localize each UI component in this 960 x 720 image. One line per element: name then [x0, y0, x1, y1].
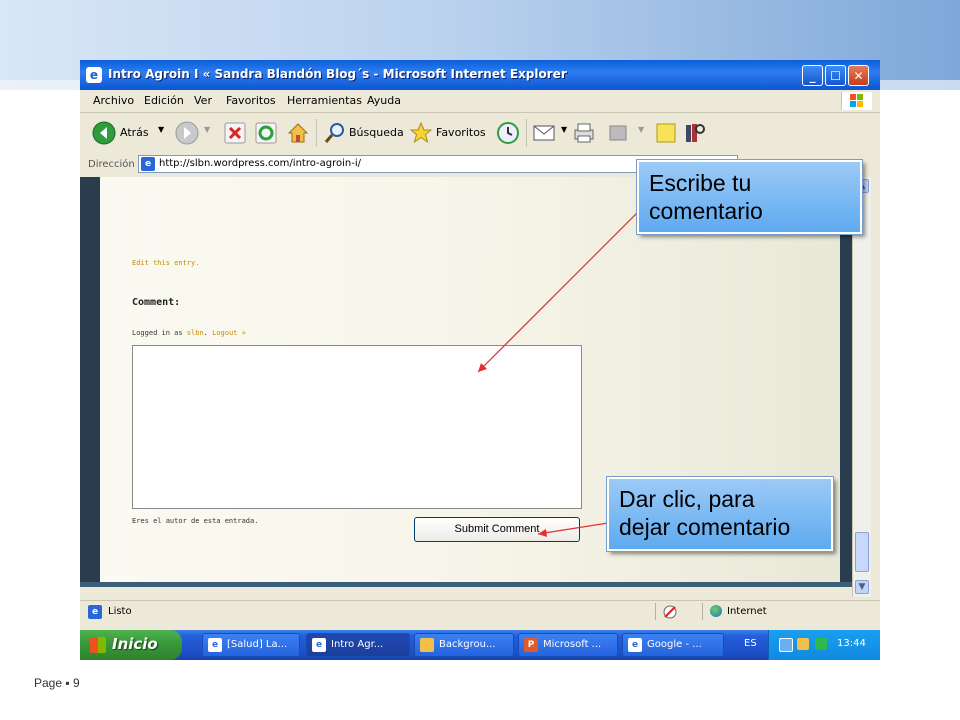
callout-write-comment: Escribe tu comentario	[637, 160, 862, 234]
callout-line: Escribe tu	[649, 170, 752, 196]
arrow-to-textarea	[477, 199, 651, 373]
callout-line: dejar comentario	[619, 514, 791, 540]
page-label: Page	[34, 676, 63, 690]
slide-footer: Page ▪ 9	[34, 676, 80, 690]
callout-click-submit: Dar clic, para dejar comentario	[607, 477, 833, 551]
annotation-arrows	[477, 199, 651, 537]
callout-line: Dar clic, para	[619, 486, 755, 512]
bullet: ▪	[65, 676, 70, 690]
callout-line: comentario	[649, 198, 763, 224]
page-number: 9	[72, 676, 80, 690]
arrow-to-submit-head	[538, 529, 547, 537]
